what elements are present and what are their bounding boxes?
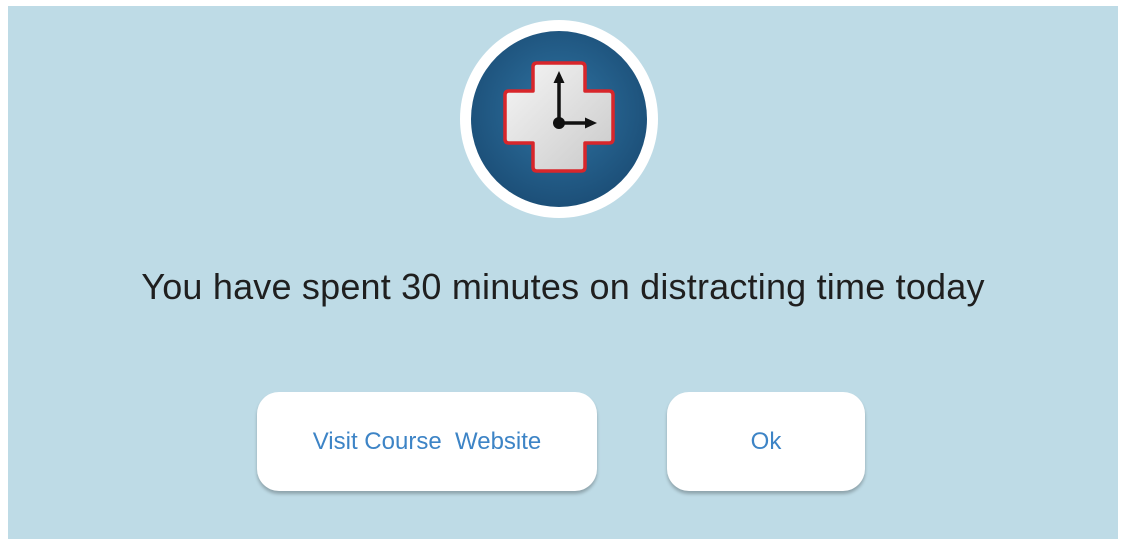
ok-button[interactable]: Ok [667, 392, 865, 491]
app-logo [459, 19, 659, 219]
visit-course-website-button[interactable]: Visit Course Website [257, 392, 597, 491]
distraction-message: You have spent 30 minutes on distracting… [141, 266, 985, 307]
clock-medical-cross-icon [460, 20, 658, 218]
reminder-dialog: You have spent 30 minutes on distracting… [8, 6, 1118, 539]
